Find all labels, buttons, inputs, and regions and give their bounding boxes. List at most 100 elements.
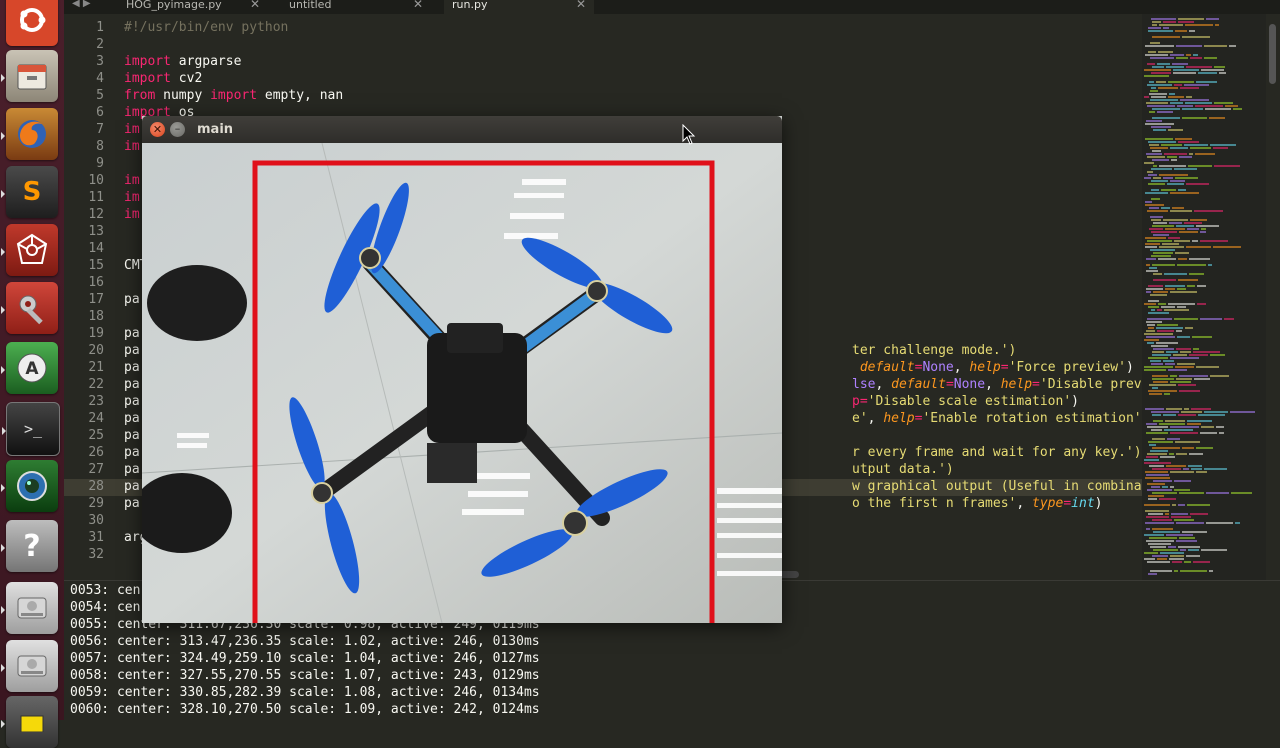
- minimap-line: [1149, 228, 1163, 230]
- minimap-line: [1178, 546, 1200, 548]
- code-line-20: pa: [124, 343, 140, 358]
- minimap-line: [1151, 255, 1171, 257]
- files-icon[interactable]: [6, 50, 58, 102]
- minimap-line: [1147, 105, 1175, 107]
- minimap-line: [1163, 177, 1173, 179]
- minimap-line: [1144, 162, 1154, 164]
- code-text: argparse: [171, 54, 241, 69]
- minimap-line: [1201, 549, 1227, 551]
- minimap-line: [1195, 153, 1215, 155]
- minimap-line: [1148, 306, 1159, 308]
- minimap-line: [1152, 21, 1161, 23]
- tab-close-icon[interactable]: ✕: [413, 0, 423, 9]
- minimap-line: [1149, 444, 1156, 446]
- software-updater-icon[interactable]: A: [6, 342, 58, 394]
- disk-icon[interactable]: [6, 582, 58, 634]
- const: lse: [852, 377, 875, 392]
- minimap-line: [1166, 465, 1186, 467]
- system-settings-icon[interactable]: [6, 282, 58, 334]
- minimap-line: [1156, 342, 1178, 344]
- editor-tab-bar: ◀ ▶ HOG_pyimage.py ✕ untitled ✕ run.py ✕: [64, 0, 1280, 14]
- tab-close-icon[interactable]: ✕: [250, 0, 260, 9]
- minimap-line: [1146, 288, 1163, 290]
- line-number: 18: [64, 309, 104, 324]
- minimap-line: [1152, 36, 1180, 38]
- minimap-line: [1174, 480, 1191, 482]
- minimap-line: [1146, 330, 1155, 332]
- minimap-line: [1153, 531, 1180, 533]
- minimap-line: [1144, 69, 1171, 71]
- minimize-icon[interactable]: –: [170, 122, 185, 137]
- notes-icon[interactable]: [6, 696, 58, 748]
- tab-untitled[interactable]: untitled ✕: [281, 0, 431, 14]
- opencv-main-window[interactable]: ✕ – main: [142, 116, 782, 623]
- camera-app-icon[interactable]: [6, 460, 58, 512]
- minimap-line: [1182, 36, 1210, 38]
- vertical-scrollbar[interactable]: [1266, 14, 1280, 580]
- terminal-icon[interactable]: >_: [6, 402, 60, 456]
- minimap-line: [1163, 219, 1188, 221]
- tab-close-icon[interactable]: ✕: [576, 0, 586, 9]
- builtin: int: [1071, 496, 1094, 511]
- minimap-line: [1148, 327, 1154, 329]
- help-icon[interactable]: ?: [6, 520, 58, 572]
- minimap-line: [1152, 387, 1158, 389]
- ubuntu-dash-icon[interactable]: [6, 0, 58, 46]
- disk-icon[interactable]: [6, 640, 58, 692]
- minimap-line: [1158, 87, 1178, 89]
- punct: ,: [875, 377, 891, 392]
- minimap-line: [1148, 513, 1163, 515]
- minimap-line: [1170, 486, 1174, 488]
- minimap-line: [1144, 462, 1171, 464]
- line-number: 14: [64, 241, 104, 256]
- minimap-line: [1191, 468, 1202, 470]
- minimap-line: [1150, 294, 1167, 296]
- minimap-line: [1178, 189, 1186, 191]
- minimap-line: [1152, 555, 1168, 557]
- line-number: 7: [64, 122, 104, 137]
- tab-run-py[interactable]: run.py ✕: [444, 0, 594, 14]
- minimap-line: [1182, 117, 1207, 119]
- minimap-line: [1151, 189, 1159, 191]
- minimap-line: [1175, 138, 1192, 140]
- minimap-line: [1144, 339, 1159, 341]
- minimap-line: [1186, 246, 1211, 248]
- minimap-line: [1170, 291, 1197, 293]
- firefox-icon[interactable]: [6, 108, 58, 160]
- minimap-line: [1170, 375, 1177, 377]
- minimap-line: [1193, 561, 1210, 563]
- minimap-line: [1176, 348, 1191, 350]
- minimap[interactable]: [1142, 14, 1266, 580]
- minimap-line: [1179, 156, 1192, 158]
- op: =: [1001, 360, 1009, 375]
- tab-label: untitled: [289, 0, 331, 11]
- minimap-line: [1174, 570, 1178, 572]
- minimap-line: [1147, 324, 1155, 326]
- minimap-line: [1192, 336, 1212, 338]
- close-icon[interactable]: ✕: [150, 122, 165, 137]
- minimap-line: [1152, 66, 1164, 68]
- minimap-line: [1189, 273, 1204, 275]
- code-fragment-21: default=None, help='Force preview'): [852, 360, 1134, 375]
- line-number: 29: [64, 496, 104, 511]
- tab-nav-arrows-icon[interactable]: ◀ ▶: [72, 0, 91, 9]
- sublime-text-icon[interactable]: S: [6, 166, 58, 218]
- camera-frame-image: [142, 143, 782, 623]
- tab-hog-pyimage[interactable]: HOG_pyimage.py ✕: [118, 0, 268, 14]
- line-number: 13: [64, 224, 104, 239]
- minimap-line: [1187, 504, 1210, 506]
- minimap-line: [1149, 393, 1162, 395]
- code-line-27: pa: [124, 462, 140, 477]
- minimap-line: [1168, 237, 1180, 239]
- minimap-line: [1144, 459, 1159, 461]
- minimap-line: [1172, 207, 1184, 209]
- minimap-line: [1188, 549, 1199, 551]
- minimap-line: [1144, 552, 1158, 554]
- network-icon[interactable]: [6, 224, 58, 276]
- minimap-line: [1187, 420, 1212, 422]
- minimap-line: [1179, 231, 1198, 233]
- scrollbar-thumb[interactable]: [1269, 24, 1276, 84]
- minimap-line: [1175, 177, 1198, 179]
- minimap-line: [1180, 99, 1209, 101]
- minimap-line: [1229, 45, 1236, 47]
